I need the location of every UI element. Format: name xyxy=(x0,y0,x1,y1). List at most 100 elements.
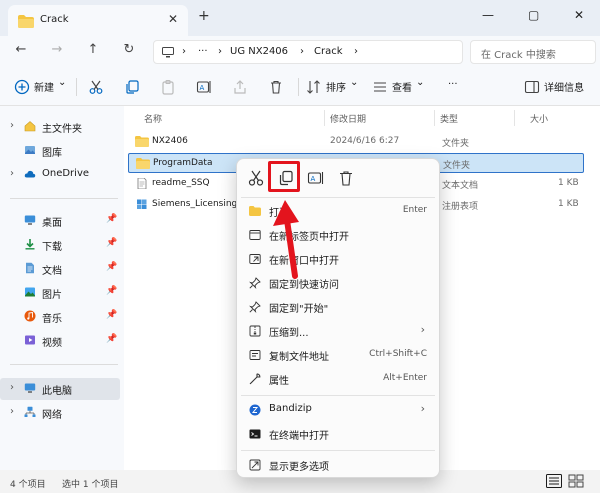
new-tab-button[interactable]: + xyxy=(198,8,210,24)
folder-icon xyxy=(18,15,34,28)
expand-chevron-icon[interactable]: › xyxy=(10,406,14,417)
column-header-size[interactable]: 大小 xyxy=(530,112,548,125)
sidebar-item-label: 桌面 xyxy=(42,218,62,229)
maximize-button[interactable]: ▢ xyxy=(528,8,539,22)
cut-icon[interactable] xyxy=(88,79,104,95)
back-button[interactable]: ← xyxy=(12,42,30,57)
close-tab-icon[interactable]: ✕ xyxy=(168,12,178,26)
menu-item-open-terminal[interactable]: 在终端中打开 xyxy=(243,423,433,445)
desktop-icon xyxy=(24,215,36,225)
home-icon xyxy=(24,121,36,132)
sidebar-item-gallery[interactable]: 图库 xyxy=(0,140,120,162)
pin-icon[interactable]: 📌 xyxy=(106,262,117,272)
sidebar-item-home[interactable]: › 主文件夹 xyxy=(0,116,120,138)
sidebar-item-music[interactable]: 音乐 📌 xyxy=(0,306,120,328)
minimize-button[interactable]: — xyxy=(482,8,494,22)
video-icon xyxy=(25,335,35,345)
navigation-pane: › 主文件夹 图库 › OneDrive 桌面 📌 下载 📌 文档 📌 图片 📌… xyxy=(0,106,124,470)
new-dropdown-icon[interactable]: ⌄ xyxy=(58,77,66,88)
column-header-type[interactable]: 类型 xyxy=(440,112,458,125)
command-bar: 新建 ⌄ A 排序 ⌄ 查看 ⌄ ··· 详细信息 xyxy=(0,68,600,106)
view-button[interactable]: 查看 xyxy=(392,79,412,94)
file-size: 1 KB xyxy=(558,178,579,188)
rename-icon[interactable]: A xyxy=(196,79,212,95)
delete-icon[interactable] xyxy=(268,79,284,95)
sidebar-item-label: 此电脑 xyxy=(42,386,72,397)
archive-icon xyxy=(249,325,261,337)
menu-item-shortcut: Alt+Enter xyxy=(383,373,427,383)
new-window-icon xyxy=(249,254,261,264)
sidebar-item-downloads[interactable]: 下载 📌 xyxy=(0,234,120,256)
sidebar-item-onedrive[interactable]: › OneDrive xyxy=(0,164,120,186)
expand-chevron-icon[interactable]: › xyxy=(10,120,14,131)
up-button[interactable]: ↑ xyxy=(84,42,102,57)
forward-button[interactable]: → xyxy=(48,42,66,57)
menu-item-label: 压缩到... xyxy=(269,328,309,339)
breadcrumb-crack[interactable]: Crack xyxy=(314,46,343,57)
pin-icon[interactable]: 📌 xyxy=(106,214,117,224)
column-divider[interactable] xyxy=(514,110,515,126)
gallery-icon xyxy=(25,146,35,154)
breadcrumb-chevron: › xyxy=(218,46,222,57)
sidebar-item-pictures[interactable]: 图片 📌 xyxy=(0,282,120,304)
menu-item-label: 复制文件地址 xyxy=(269,352,329,363)
breadcrumb-chevron: › xyxy=(354,46,358,57)
column-divider[interactable] xyxy=(324,110,325,126)
share-icon[interactable] xyxy=(232,79,248,95)
cut-icon[interactable] xyxy=(247,169,265,187)
pin-icon[interactable]: 📌 xyxy=(106,238,117,248)
tab-crack[interactable]: Crack ✕ xyxy=(8,5,188,36)
selection-count: 选中 1 个项目 xyxy=(62,480,119,490)
search-input[interactable]: 在 Crack 中搜索 xyxy=(470,40,596,64)
pin-icon[interactable]: 📌 xyxy=(106,334,117,344)
paste-icon[interactable] xyxy=(160,79,176,95)
tiles-view-icon[interactable] xyxy=(568,474,584,488)
menu-item-properties[interactable]: 属性 Alt+Enter xyxy=(243,368,433,390)
address-bar[interactable]: › ··· › UG NX2406 › Crack › xyxy=(153,40,463,64)
details-view-icon[interactable] xyxy=(546,474,562,488)
computer-icon xyxy=(24,383,36,393)
view-dropdown-icon[interactable]: ⌄ xyxy=(416,77,424,88)
copy-icon[interactable] xyxy=(124,79,140,95)
menu-item-copy-path[interactable]: 复制文件地址 Ctrl+Shift+C xyxy=(243,344,433,366)
sidebar-item-desktop[interactable]: 桌面 📌 xyxy=(0,210,120,232)
sidebar-item-label: 文档 xyxy=(42,266,62,277)
submenu-arrow-icon: › xyxy=(420,402,425,415)
sidebar-item-network[interactable]: › 网络 xyxy=(0,402,120,424)
menu-item-show-more-options[interactable]: 显示更多选项 xyxy=(243,454,433,476)
close-window-button[interactable]: ✕ xyxy=(574,8,584,22)
table-row[interactable]: NX2406 2024/6/16 6:27 文件夹 xyxy=(128,132,584,152)
sidebar-item-this-pc[interactable]: › 此电脑 xyxy=(0,378,120,400)
more-options-button[interactable]: ··· xyxy=(448,79,458,90)
tab-bar: Crack ✕ + — ▢ ✕ xyxy=(0,0,600,36)
expand-chevron-icon[interactable]: › xyxy=(10,168,14,179)
details-button[interactable]: 详细信息 xyxy=(544,79,584,94)
music-icon xyxy=(24,310,36,322)
pin-icon[interactable]: 📌 xyxy=(106,286,117,296)
sidebar-item-documents[interactable]: 文档 📌 xyxy=(0,258,120,280)
menu-item-compress[interactable]: 压缩到... › xyxy=(243,320,433,342)
new-button[interactable]: 新建 xyxy=(34,79,54,94)
sort-button[interactable]: 排序 xyxy=(326,79,346,94)
cloud-icon xyxy=(24,170,36,178)
file-size: 1 KB xyxy=(558,199,579,209)
menu-item-bandizip[interactable]: Bandizip › xyxy=(243,399,433,421)
submenu-arrow-icon: › xyxy=(420,323,425,336)
menu-item-pin-start[interactable]: 固定到"开始" xyxy=(243,296,433,318)
refresh-button[interactable]: ↻ xyxy=(120,42,138,57)
breadcrumb-more[interactable]: ··· xyxy=(198,46,208,57)
sidebar-item-videos[interactable]: 视频 📌 xyxy=(0,330,120,352)
column-header-date[interactable]: 修改日期 xyxy=(330,112,366,125)
expand-chevron-icon[interactable]: › xyxy=(10,382,14,393)
new-icon xyxy=(14,79,30,95)
delete-icon[interactable] xyxy=(337,169,355,187)
breadcrumb-ug-nx2406[interactable]: UG NX2406 xyxy=(230,46,288,57)
folder-icon xyxy=(135,136,149,147)
column-divider[interactable] xyxy=(434,110,435,126)
menu-item-label: 固定到"开始" xyxy=(269,304,329,315)
rename-icon[interactable]: A xyxy=(307,169,325,187)
sort-dropdown-icon[interactable]: ⌄ xyxy=(350,77,358,88)
pin-icon[interactable]: 📌 xyxy=(106,310,117,320)
column-header-name[interactable]: 名称 xyxy=(144,112,162,125)
sidebar-item-label: 视频 xyxy=(42,338,62,349)
